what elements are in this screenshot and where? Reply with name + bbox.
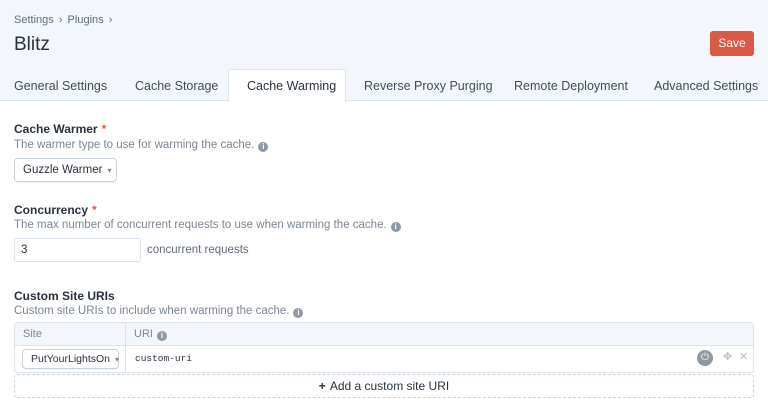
cache-warmer-selected: Guzzle Warmer (23, 164, 103, 176)
save-button[interactable]: Save (710, 31, 754, 56)
concurrency-suffix: concurrent requests (147, 244, 249, 256)
breadcrumb-settings[interactable]: Settings (14, 14, 54, 26)
column-header-uri-text: URI (134, 328, 153, 340)
breadcrumb: Settings › Plugins › (14, 14, 114, 26)
info-icon[interactable]: i (258, 142, 269, 152)
cache-warmer-label-text: Cache Warmer (14, 122, 98, 136)
chevron-down-icon: ▾ (107, 166, 112, 175)
tab-advanced-settings[interactable]: Advanced Settings (654, 70, 758, 101)
concurrency-input[interactable] (14, 238, 141, 262)
concurrency-label-text: Concurrency (14, 203, 89, 217)
cache-warmer-description: The warmer type to use for warming the c… (14, 139, 269, 152)
cache-warmer-description-text: The warmer type to use for warming the c… (14, 139, 255, 151)
custom-uris-label-text: Custom Site URIs (14, 289, 115, 303)
tab-cache-warming[interactable]: Cache Warming (228, 69, 346, 102)
tab-remote-deployment[interactable]: Remote Deployment (514, 70, 628, 101)
uri-input[interactable]: custom-uri (135, 353, 192, 364)
add-custom-uri-label: Add a custom site URI (329, 379, 450, 393)
add-custom-uri-button[interactable]: + Add a custom site URI (14, 374, 754, 398)
site-selected: PutYourLightsOn (31, 353, 111, 365)
info-icon[interactable]: i (156, 331, 167, 341)
move-icon[interactable]: ✥ (723, 350, 732, 363)
plus-icon: + (318, 379, 326, 393)
info-icon[interactable]: i (293, 308, 304, 318)
required-mark: * (92, 203, 97, 217)
custom-uris-table: Site URI i PutYourLightsOn ▾ custom-uri ⏻ … (14, 322, 754, 373)
chevron-down-icon: ▾ (115, 355, 120, 364)
tab-reverse-proxy-purging[interactable]: Reverse Proxy Purging (364, 70, 493, 101)
site-select[interactable]: PutYourLightsOn ▾ (22, 349, 119, 369)
table-header: Site URI i (15, 323, 753, 346)
close-icon[interactable]: ✕ (739, 350, 748, 363)
custom-uris-description-text: Custom site URIs to include when warming… (14, 305, 290, 317)
tab-cache-storage[interactable]: Cache Storage (135, 70, 218, 101)
column-header-uri: URI i (134, 328, 167, 341)
page-title: Blitz (14, 34, 50, 55)
custom-uris-description: Custom site URIs to include when warming… (14, 305, 304, 318)
column-divider (125, 346, 126, 372)
column-divider (125, 323, 126, 345)
cache-warmer-label: Cache Warmer * (14, 122, 106, 136)
custom-uris-label: Custom Site URIs (14, 289, 115, 303)
concurrency-description-text: The max number of concurrent requests to… (14, 219, 387, 231)
info-icon[interactable]: i (390, 222, 401, 232)
breadcrumb-separator: › (108, 14, 113, 26)
concurrency-label: Concurrency * (14, 203, 97, 217)
tab-general-settings[interactable]: General Settings (14, 70, 107, 101)
breadcrumb-separator: › (58, 14, 63, 26)
table-row: PutYourLightsOn ▾ custom-uri ⏻ ✥ ✕ (15, 346, 753, 372)
page-header: Settings › Plugins › Blitz Save (0, 0, 768, 70)
breadcrumb-plugins[interactable]: Plugins (68, 14, 104, 26)
column-header-site: Site (23, 328, 42, 340)
tab-bar: General Settings Cache Storage Cache War… (0, 69, 768, 102)
concurrency-description: The max number of concurrent requests to… (14, 219, 401, 232)
cache-warmer-select[interactable]: Guzzle Warmer ▾ (14, 158, 117, 182)
power-icon[interactable]: ⏻ (697, 350, 713, 366)
required-mark: * (101, 122, 107, 136)
